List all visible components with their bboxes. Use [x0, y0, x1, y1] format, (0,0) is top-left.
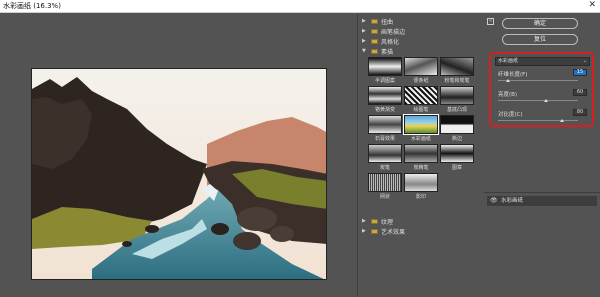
settings-panel: « 确定 复位 水彩画纸 ⌄ 纤维长度(F) 15 亮度(B) 60 对比度(C…	[484, 14, 600, 297]
collapsed-arrow-icon: ▶	[362, 38, 366, 44]
folder-icon	[371, 228, 378, 234]
thumb-image	[440, 144, 474, 163]
filter-thumb-photocopy[interactable]: 影印	[404, 173, 438, 200]
filter-thumb-bas-relief[interactable]: 基底凸现	[440, 86, 474, 113]
effect-layers-panel: 👁 水彩画纸	[484, 192, 600, 297]
slider-track[interactable]	[498, 100, 578, 101]
category-brush-strokes[interactable]: ▶ 画笔描边	[362, 27, 405, 36]
filter-thumb-graphic-pen[interactable]: 绘图笔	[404, 86, 438, 113]
preview-area	[0, 14, 355, 297]
slider-track[interactable]	[498, 80, 578, 81]
filter-thumb-stamp[interactable]: 图章	[440, 144, 474, 171]
filter-select[interactable]: 水彩画纸 ⌄	[495, 57, 590, 66]
category-stylize[interactable]: ▶ 风格化	[362, 37, 399, 46]
category-distort[interactable]: ▶ 扭曲	[362, 17, 393, 26]
expanded-arrow-icon: ▼	[362, 48, 366, 54]
filter-list-panel: ▶ 扭曲 ▶ 画笔描边 ▶ 风格化 ▼ 素描 半调图案 便条纸 粉笔和炭笔 铬黄渐变 绘…	[357, 14, 483, 297]
collapsed-arrow-icon: ▶	[362, 228, 366, 234]
thumb-image	[403, 114, 439, 135]
eye-icon[interactable]: 👁	[490, 196, 498, 206]
close-icon[interactable]: ✕	[588, 0, 596, 10]
filter-thumb-torn-edges[interactable]: 撕边	[440, 115, 474, 142]
chevron-down-icon: ⌄	[582, 58, 587, 64]
slider-handle[interactable]	[560, 119, 564, 122]
thumb-image	[368, 144, 402, 163]
thumb-image	[440, 115, 474, 134]
filter-thumb-water-paper[interactable]: 水彩画纸	[403, 114, 439, 142]
collapse-panel-button[interactable]: «	[487, 18, 494, 25]
thumb-image	[368, 173, 402, 192]
filter-thumb-conte-crayon[interactable]: 炭精笔	[404, 144, 438, 171]
thumb-image	[404, 57, 438, 76]
preview-image	[31, 68, 327, 280]
filter-thumb-chalk-charcoal[interactable]: 粉笔和炭笔	[440, 57, 474, 84]
window-title: 水彩画纸 (16.3%)	[3, 2, 61, 10]
param-contrast: 对比度(C) 80	[498, 109, 593, 130]
collapsed-arrow-icon: ▶	[362, 18, 366, 24]
filter-thumb-plaster[interactable]: 石膏效果	[368, 115, 402, 142]
folder-icon	[371, 48, 378, 54]
filter-thumb-note-paper[interactable]: 便条纸	[404, 57, 438, 84]
filter-settings-box: 水彩画纸 ⌄ 纤维长度(F) 15 亮度(B) 60 对比度(C) 80	[489, 52, 594, 127]
filter-gallery-window: 水彩画纸 (16.3%) ✕ ▶ 扭曲 ▶ 画笔描边 ▶ 风格化 ▼ 素描 半调…	[0, 0, 600, 297]
folder-icon	[371, 38, 378, 44]
filter-thumb-charcoal[interactable]: 炭笔	[368, 144, 402, 171]
thumb-image	[440, 86, 474, 105]
slider-handle[interactable]	[544, 99, 548, 102]
category-texture[interactable]: ▶ 纹理	[362, 217, 393, 226]
fiber-length-input[interactable]: 15	[573, 69, 587, 76]
contrast-input[interactable]: 80	[573, 109, 587, 116]
folder-icon	[371, 218, 378, 224]
thumb-image	[368, 57, 402, 76]
thumb-image	[404, 144, 438, 163]
thumb-image	[368, 115, 402, 134]
effect-layer-row[interactable]: 👁 水彩画纸	[487, 196, 597, 206]
reset-button[interactable]: 复位	[502, 34, 578, 45]
folder-icon	[371, 28, 378, 34]
filter-thumb-halftone[interactable]: 半调图案	[368, 57, 402, 84]
filter-thumb-chrome[interactable]: 铬黄渐变	[368, 86, 402, 113]
slider-track[interactable]	[498, 120, 578, 121]
collapsed-arrow-icon: ▶	[362, 28, 366, 34]
ok-button[interactable]: 确定	[502, 18, 578, 29]
param-fiber-length: 纤维长度(F) 15	[498, 69, 593, 90]
title-bar: 水彩画纸 (16.3%) ✕	[0, 0, 600, 13]
thumb-image	[368, 86, 402, 105]
folder-icon	[371, 18, 378, 24]
thumb-image	[404, 86, 438, 105]
category-sketch[interactable]: ▼ 素描	[362, 47, 393, 56]
filter-thumb-reticulation[interactable]: 网状	[368, 173, 402, 200]
thumb-image	[404, 173, 438, 192]
collapsed-arrow-icon: ▶	[362, 218, 366, 224]
param-brightness: 亮度(B) 60	[498, 89, 593, 110]
brightness-input[interactable]: 60	[573, 89, 587, 96]
thumb-image	[440, 57, 474, 76]
slider-handle[interactable]	[505, 79, 510, 82]
category-artistic[interactable]: ▶ 艺术效果	[362, 227, 405, 236]
